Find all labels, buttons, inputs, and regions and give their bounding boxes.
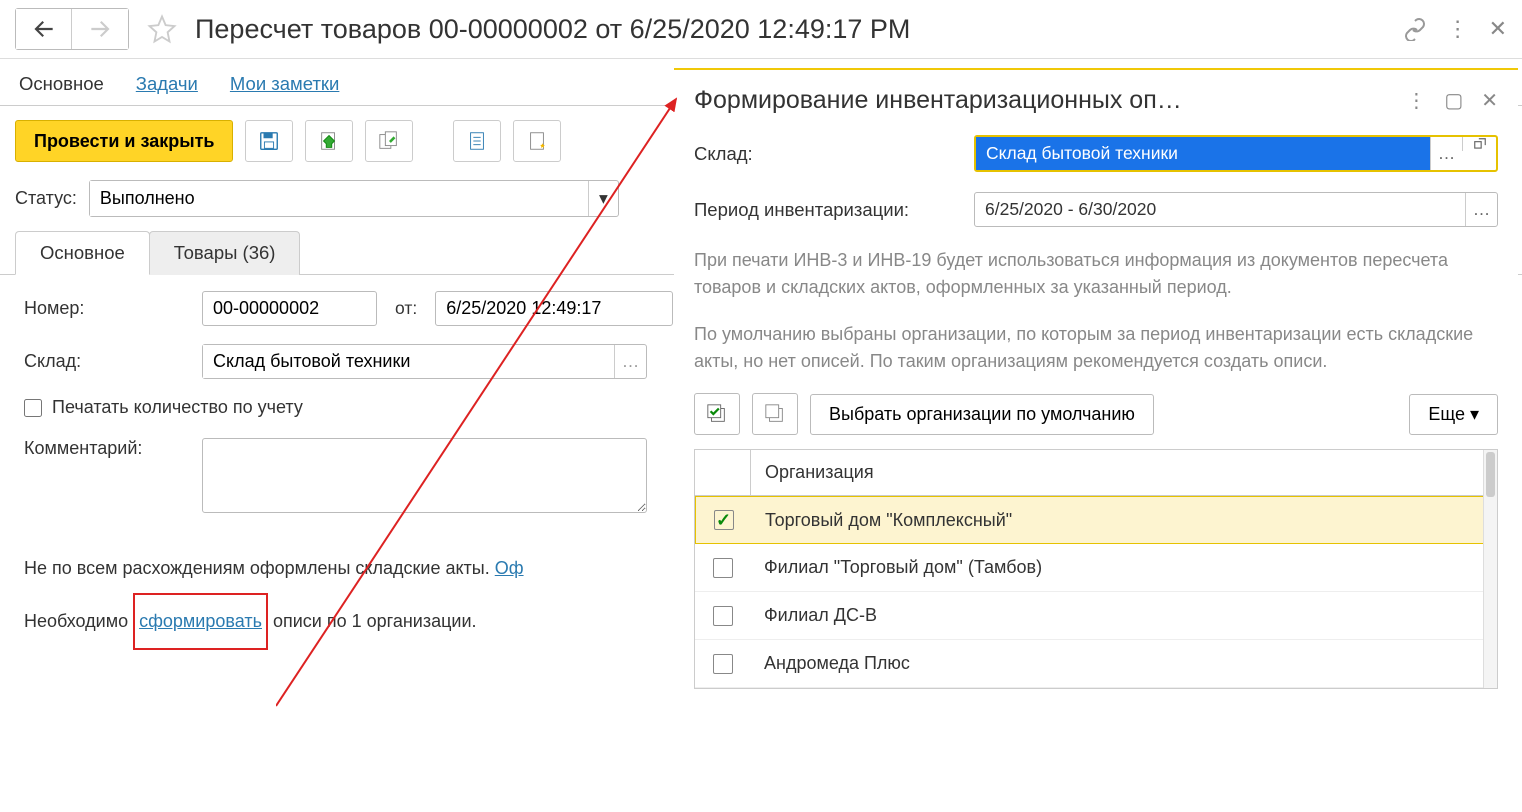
header-bar: Пересчет товаров 00-00000002 от 6/25/202… bbox=[0, 0, 1522, 59]
tab-tasks[interactable]: Задачи bbox=[132, 67, 202, 105]
dlg-warehouse-input[interactable]: Склад бытовой техники … bbox=[974, 135, 1498, 172]
doc-star-icon[interactable] bbox=[513, 120, 561, 162]
post-icon[interactable] bbox=[305, 120, 353, 162]
info-line2b: описи по 1 организации. bbox=[268, 611, 477, 631]
inventory-dialog: Формирование инвентаризационных оп… ⋮ ▢ … bbox=[674, 68, 1518, 812]
org-checkbox[interactable] bbox=[713, 606, 733, 626]
comment-label: Комментарий: bbox=[24, 438, 194, 459]
save-icon[interactable] bbox=[245, 120, 293, 162]
org-name: Андромеда Плюс bbox=[750, 653, 1497, 674]
number-label: Номер: bbox=[24, 298, 194, 319]
link-icon[interactable] bbox=[1403, 17, 1427, 41]
dlg-period-value: 6/25/2020 - 6/30/2020 bbox=[975, 193, 1465, 226]
info-line2a: Необходимо bbox=[24, 611, 133, 631]
dialog-more-icon[interactable]: ⋮ bbox=[1406, 88, 1426, 113]
org-column-header[interactable]: Организация bbox=[750, 450, 1497, 495]
dialog-close-icon[interactable]: ✕ bbox=[1481, 88, 1498, 113]
more-button[interactable]: Еще ▾ bbox=[1409, 394, 1498, 435]
dlg-period-input[interactable]: 6/25/2020 - 6/30/2020 … bbox=[974, 192, 1498, 227]
check-all-button[interactable] bbox=[694, 393, 740, 435]
org-checkbox[interactable] bbox=[713, 558, 733, 578]
print-qty-label: Печатать количество по учету bbox=[52, 397, 303, 418]
org-row[interactable]: Торговый дом "Комплексный" bbox=[695, 496, 1497, 544]
date-input[interactable] bbox=[435, 291, 673, 326]
dlg-warehouse-value[interactable]: Склад бытовой техники bbox=[976, 137, 1430, 170]
dlg-info1: При печати ИНВ-3 и ИНВ-19 будет использо… bbox=[694, 247, 1498, 301]
ellipsis-icon[interactable]: … bbox=[614, 345, 646, 378]
org-checkbox[interactable] bbox=[713, 654, 733, 674]
scrollbar[interactable] bbox=[1483, 450, 1497, 688]
status-input[interactable] bbox=[90, 181, 588, 216]
page-title: Пересчет товаров 00-00000002 от 6/25/202… bbox=[195, 14, 1391, 45]
close-icon[interactable]: ✕ bbox=[1489, 16, 1507, 42]
ellipsis-icon[interactable]: … bbox=[1465, 193, 1497, 226]
status-label: Статус: bbox=[15, 188, 77, 209]
favorite-star-icon[interactable] bbox=[147, 14, 177, 44]
more-icon[interactable]: ⋮ bbox=[1447, 16, 1469, 42]
warehouse-input[interactable] bbox=[203, 345, 614, 378]
comment-textarea[interactable] bbox=[202, 438, 647, 513]
status-select[interactable]: ▾ bbox=[89, 180, 619, 217]
org-row[interactable]: Филиал ДС-В bbox=[695, 592, 1497, 640]
dlg-period-label: Период инвентаризации: bbox=[694, 199, 964, 221]
select-default-orgs-button[interactable]: Выбрать организации по умолчанию bbox=[810, 394, 1154, 435]
dialog-title: Формирование инвентаризационных оп… bbox=[694, 86, 1388, 115]
org-name: Торговый дом "Комплексный" bbox=[751, 510, 1496, 531]
dlg-warehouse-label: Склад: bbox=[694, 143, 964, 165]
number-input[interactable] bbox=[202, 291, 377, 326]
dlg-info2: По умолчанию выбраны организации, по кот… bbox=[694, 321, 1498, 375]
org-row[interactable]: Андромеда Плюс bbox=[695, 640, 1497, 688]
org-checkbox[interactable] bbox=[714, 510, 734, 530]
warehouse-label: Склад: bbox=[24, 351, 194, 372]
forward-button[interactable] bbox=[72, 9, 128, 49]
org-row[interactable]: Филиал "Торговый дом" (Тамбов) bbox=[695, 544, 1497, 592]
back-button[interactable] bbox=[16, 9, 72, 49]
subtab-main[interactable]: Основное bbox=[15, 231, 150, 275]
org-name: Филиал "Торговый дом" (Тамбов) bbox=[750, 557, 1497, 578]
ellipsis-icon[interactable]: … bbox=[1430, 137, 1462, 170]
info-line1: Не по всем расхождениям оформлены складс… bbox=[24, 558, 495, 578]
create-lists-link[interactable]: сформировать bbox=[139, 611, 262, 631]
print-qty-checkbox[interactable] bbox=[24, 399, 42, 417]
org-table: Организация Торговый дом "Комплексный" Фи… bbox=[694, 449, 1498, 689]
info-link1[interactable]: Оф bbox=[495, 558, 524, 578]
open-icon[interactable] bbox=[1462, 137, 1496, 151]
create-based-icon[interactable] bbox=[365, 120, 413, 162]
from-label: от: bbox=[395, 298, 417, 319]
chevron-down-icon[interactable]: ▾ bbox=[588, 181, 618, 216]
warehouse-input-wrap[interactable]: … bbox=[202, 344, 647, 379]
tab-notes[interactable]: Мои заметки bbox=[226, 67, 343, 105]
uncheck-all-button[interactable] bbox=[752, 393, 798, 435]
doc-icon[interactable] bbox=[453, 120, 501, 162]
subtab-goods[interactable]: Товары (36) bbox=[149, 231, 301, 275]
dialog-maximize-icon[interactable]: ▢ bbox=[1444, 88, 1463, 113]
tab-main[interactable]: Основное bbox=[15, 67, 108, 105]
org-name: Филиал ДС-В bbox=[750, 605, 1497, 626]
nav-buttons bbox=[15, 8, 129, 50]
red-highlight-box: сформировать bbox=[133, 593, 268, 649]
post-and-close-button[interactable]: Провести и закрыть bbox=[15, 120, 233, 162]
